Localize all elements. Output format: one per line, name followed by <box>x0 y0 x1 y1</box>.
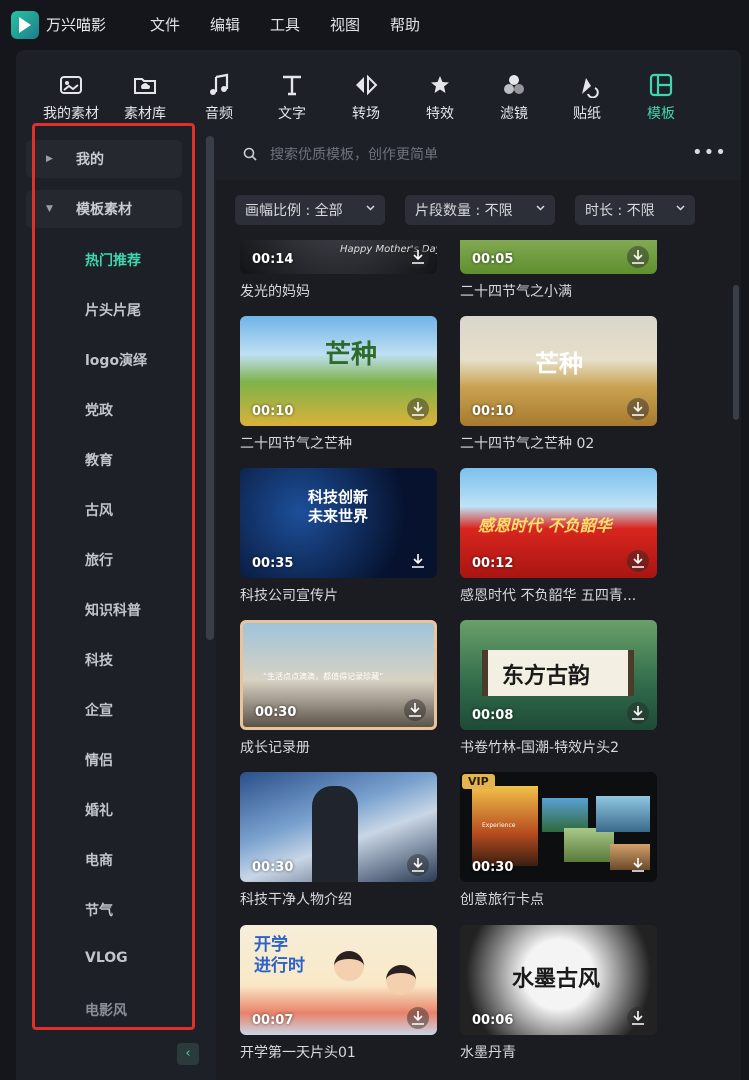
caret-down-icon: ▼ <box>46 204 53 214</box>
tool-filters[interactable]: 滤镜 <box>477 72 551 123</box>
sidebar-item-intro-outro[interactable]: 片头片尾 <box>85 300 141 320</box>
filter-clip-count[interactable]: 片段数量 : 不限 <box>405 195 555 225</box>
app-title: 万兴喵影 <box>46 16 107 34</box>
menu-help[interactable]: 帮助 <box>390 14 420 35</box>
app-logo-icon <box>11 11 39 39</box>
chevron-down-icon <box>536 205 545 211</box>
template-thumbnail[interactable]: 00:30 <box>240 772 437 882</box>
template-thumbnail[interactable]: 感恩时代 不负韶华 00:12 <box>460 468 657 578</box>
tool-audio[interactable]: 音频 <box>182 72 256 123</box>
chevron-down-icon <box>366 205 375 211</box>
transition-icon <box>356 74 378 96</box>
photo-card <box>596 796 650 832</box>
download-icon[interactable] <box>407 398 429 420</box>
template-thumbnail[interactable]: 开学 进行时 00:07 <box>240 925 437 1035</box>
download-icon[interactable] <box>627 398 649 420</box>
sidebar-item-logo[interactable]: logo演绎 <box>85 350 147 370</box>
download-icon[interactable] <box>627 550 649 572</box>
collapse-sidebar-button[interactable]: ‹ <box>177 1043 199 1065</box>
download-icon[interactable] <box>627 702 649 724</box>
photo-card <box>542 798 588 832</box>
sidebar-item-couple[interactable]: 情侣 <box>85 750 113 770</box>
template-thumbnail[interactable]: 科技创新 未来世界 00:35 <box>240 468 437 578</box>
sidebar-item-ecommerce[interactable]: 电商 <box>85 850 113 870</box>
download-icon[interactable] <box>407 854 429 876</box>
content-scrollbar[interactable] <box>733 285 739 420</box>
template-icon <box>649 73 673 97</box>
template-thumbnail[interactable]: 芒种 00:10 <box>240 316 437 426</box>
sidebar-scrollbar[interactable] <box>206 136 214 640</box>
media-library-icon <box>134 78 156 94</box>
chevron-left-icon: ‹ <box>185 1046 191 1061</box>
photo-card <box>564 828 614 862</box>
sidebar-item-hot[interactable]: 热门推荐 <box>85 250 141 270</box>
my-media-icon <box>60 76 82 94</box>
text-icon <box>283 75 301 96</box>
tool-sticker[interactable]: 贴纸 <box>550 72 624 123</box>
menu-edit[interactable]: 编辑 <box>210 14 240 35</box>
template-thumbnail[interactable]: “生活点点滴滴，都值得记录珍藏” 00:30 <box>240 620 437 730</box>
template-thumbnail[interactable]: 东方古韵 00:08 <box>460 620 657 730</box>
download-icon[interactable] <box>627 1007 649 1029</box>
tool-transition[interactable]: 转场 <box>329 72 403 123</box>
menu-file[interactable]: 文件 <box>150 14 180 35</box>
menu-view[interactable]: 视图 <box>330 14 360 35</box>
sidebar-item-education[interactable]: 教育 <box>85 450 113 470</box>
sidebar-item-corporate[interactable]: 企宣 <box>85 700 113 720</box>
sticker-icon <box>582 78 599 98</box>
sidebar-item-wedding[interactable]: 婚礼 <box>85 800 113 820</box>
download-icon[interactable] <box>627 854 649 876</box>
download-icon[interactable] <box>404 699 426 721</box>
download-icon[interactable] <box>407 1007 429 1029</box>
search-input[interactable] <box>270 143 650 167</box>
download-icon[interactable] <box>407 550 429 572</box>
download-icon[interactable] <box>407 246 429 268</box>
vip-badge: VIP <box>462 774 495 789</box>
filter-aspect-ratio[interactable]: 画幅比例 : 全部 <box>235 195 385 225</box>
boy-character <box>334 951 364 981</box>
tool-template[interactable]: 模板 <box>624 72 698 123</box>
download-icon[interactable] <box>627 246 649 268</box>
sidebar-item-tech[interactable]: 科技 <box>85 650 113 670</box>
filters-icon <box>504 75 524 94</box>
person-silhouette <box>312 786 358 882</box>
menu-tools[interactable]: 工具 <box>270 14 300 35</box>
template-thumbnail[interactable]: 水墨古风 00:06 <box>460 925 657 1035</box>
title-bar: 万兴喵影 文件 编辑 工具 视图 帮助 <box>0 0 749 50</box>
search-icon <box>243 147 257 161</box>
caret-right-icon: ▶ <box>46 154 53 164</box>
sidebar-item-vlog[interactable]: VLOG <box>85 950 128 966</box>
filter-duration[interactable]: 时长 : 不限 <box>575 195 695 225</box>
template-thumbnail[interactable]: Experience VIP 00:30 <box>460 772 657 882</box>
girl-character <box>386 965 416 995</box>
sidebar-item-science[interactable]: 知识科普 <box>85 600 141 620</box>
effects-icon <box>431 76 449 93</box>
media-toolbar: 我的素材 素材库 音频 文字 转场 特效 滤镜 贴纸 模板 <box>16 50 741 128</box>
sidebar-group-mine[interactable]: ▶ 我的 <box>26 140 182 178</box>
tool-media-library[interactable]: 素材库 <box>108 72 182 123</box>
sidebar-group-templates[interactable]: ▼ 模板素材 <box>26 190 182 228</box>
tool-my-media[interactable]: 我的素材 <box>34 72 108 123</box>
tool-effects[interactable]: 特效 <box>403 72 477 123</box>
category-sidebar: ▶ 我的 ▼ 模板素材 热门推荐 片头片尾 logo演绎 党政 教育 古风 旅行… <box>16 128 200 1080</box>
music-note-icon <box>210 73 229 95</box>
tool-text[interactable]: 文字 <box>255 72 329 123</box>
sidebar-item-party[interactable]: 党政 <box>85 400 113 420</box>
template-thumbnail[interactable]: 芒种 00:10 <box>460 316 657 426</box>
sidebar-item-solar-term[interactable]: 节气 <box>85 900 113 920</box>
sidebar-item-travel[interactable]: 旅行 <box>85 550 113 570</box>
sidebar-item-ancient[interactable]: 古风 <box>85 500 113 520</box>
sidebar-item-film[interactable]: 电影风 <box>85 1000 127 1020</box>
chevron-down-icon <box>676 205 685 211</box>
more-options-icon[interactable]: ••• <box>692 143 726 167</box>
